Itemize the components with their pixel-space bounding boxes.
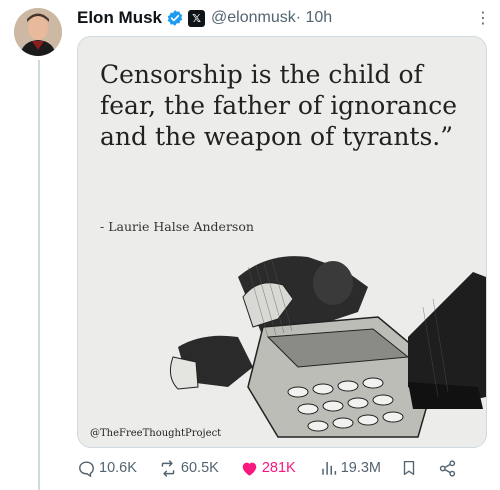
reply-count: 10.6K xyxy=(99,460,137,476)
quote-text: Censorship is the child of fear, the fat… xyxy=(100,60,458,151)
reply-icon xyxy=(79,460,94,477)
thread-line xyxy=(38,60,40,490)
like-icon xyxy=(242,462,257,476)
author-handle[interactable]: @elonmusk xyxy=(211,9,296,27)
reply-button[interactable]: 10.6K xyxy=(77,459,137,478)
views-count: 19.3M xyxy=(340,460,381,476)
avatar[interactable] xyxy=(14,8,62,56)
repost-count: 60.5K xyxy=(180,460,219,476)
verified-icon xyxy=(166,9,184,27)
quote-author: - Laurie Halse Anderson xyxy=(100,219,254,234)
like-count: 281K xyxy=(261,460,296,476)
x-badge-icon: 𝕏 xyxy=(188,9,206,27)
views-icon xyxy=(321,462,336,475)
tweet-time[interactable]: · 10h xyxy=(296,9,332,27)
share-icon xyxy=(439,459,456,477)
views-button[interactable]: 19.3M xyxy=(320,459,381,477)
action-bar: 10.6K 60.5K 281K 19.3M xyxy=(77,457,487,479)
like-button[interactable]: 281K xyxy=(240,459,296,478)
tweet-header: Elon Musk 𝕏 @elonmusk · 10h ⋮ xyxy=(77,6,491,30)
share-button[interactable] xyxy=(438,459,457,478)
more-icon[interactable]: ⋮ xyxy=(475,8,491,28)
repost-button[interactable]: 60.5K xyxy=(158,459,219,478)
avatar-image xyxy=(14,8,62,56)
bookmark-button[interactable] xyxy=(400,458,418,478)
repost-icon xyxy=(161,459,175,477)
bookmark-icon xyxy=(403,460,415,476)
tweet-media-image[interactable]: Censorship is the child of fear, the fat… xyxy=(77,36,487,448)
image-credit: @TheFreeThoughtProject xyxy=(90,428,222,439)
author-name[interactable]: Elon Musk xyxy=(77,8,162,28)
